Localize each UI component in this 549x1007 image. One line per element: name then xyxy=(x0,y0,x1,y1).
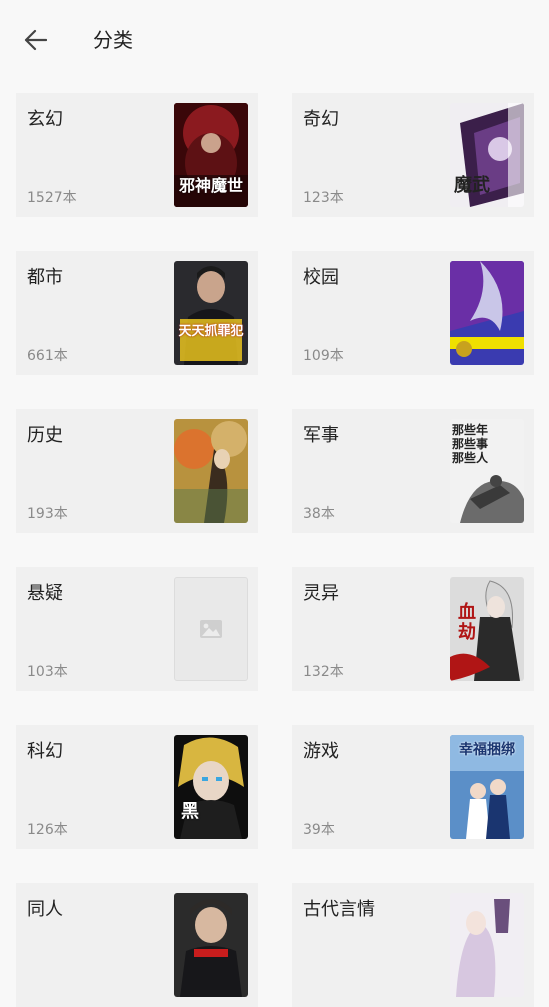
category-card-lishi[interactable]: 历史 193本 xyxy=(16,409,258,533)
category-count: 103本 xyxy=(27,664,68,680)
book-cover xyxy=(450,261,524,365)
cover-title: 血劫 xyxy=(458,602,476,643)
category-card-kehuan[interactable]: 科幻 126本 黑 xyxy=(16,725,258,849)
image-placeholder-icon xyxy=(200,620,222,638)
category-name: 玄幻 xyxy=(27,109,63,130)
category-count: 123本 xyxy=(303,190,344,206)
book-cover xyxy=(450,893,524,997)
category-name: 悬疑 xyxy=(27,583,63,604)
category-card-qihuan[interactable]: 奇幻 123本 魔武 xyxy=(292,93,534,217)
category-count: 1527本 xyxy=(27,190,77,206)
book-cover: 血劫 xyxy=(450,577,524,681)
cover-title: 天天抓罪犯 xyxy=(178,324,244,339)
book-cover: 黑 xyxy=(174,735,248,839)
category-name: 灵异 xyxy=(303,583,339,604)
category-name: 古代言情 xyxy=(303,899,375,920)
cover-title: 黑 xyxy=(181,801,199,822)
book-cover xyxy=(174,893,248,997)
category-name: 奇幻 xyxy=(303,109,339,130)
category-name: 游戏 xyxy=(303,741,339,762)
category-count: 109本 xyxy=(303,348,344,364)
category-name: 军事 xyxy=(303,425,339,446)
category-grid: 玄幻 1527本 邪神魔世 奇幻 123本 魔武 都市 661本 天天抓罪犯 校… xyxy=(0,0,549,1007)
category-count: 132本 xyxy=(303,664,344,680)
book-cover xyxy=(174,419,248,523)
book-cover: 邪神魔世 xyxy=(174,103,248,207)
category-name: 都市 xyxy=(27,267,63,288)
category-count: 661本 xyxy=(27,348,68,364)
cover-title: 幸福捆绑 xyxy=(459,742,515,758)
book-cover: 魔武 xyxy=(450,103,524,207)
category-count: 193本 xyxy=(27,506,68,522)
book-cover: 那些年 那些事 那些人 xyxy=(450,419,524,523)
category-card-gudaiyanqing[interactable]: 古代言情 xyxy=(292,883,534,1007)
category-count: 38本 xyxy=(303,506,335,522)
category-card-dushi[interactable]: 都市 661本 天天抓罪犯 xyxy=(16,251,258,375)
category-card-xiaoyuan[interactable]: 校园 109本 xyxy=(292,251,534,375)
cover-title: 魔武 xyxy=(454,175,490,196)
category-card-junshi[interactable]: 军事 38本 那些年 那些事 那些人 xyxy=(292,409,534,533)
cover-title: 那些年 那些事 那些人 xyxy=(452,423,489,465)
category-name: 科幻 xyxy=(27,741,63,762)
cover-title: 邪神魔世 xyxy=(178,176,243,195)
category-name: 同人 xyxy=(27,899,63,920)
book-cover: 幸福捆绑 xyxy=(450,735,524,839)
book-cover: 天天抓罪犯 xyxy=(174,261,248,365)
category-name: 历史 xyxy=(27,425,63,446)
category-name: 校园 xyxy=(303,267,339,288)
book-cover-placeholder xyxy=(174,577,248,681)
category-card-youxi[interactable]: 游戏 39本 幸福捆绑 xyxy=(292,725,534,849)
category-count: 39本 xyxy=(303,822,335,838)
category-card-lingyi[interactable]: 灵异 132本 血劫 xyxy=(292,567,534,691)
category-card-xuanhuan[interactable]: 玄幻 1527本 邪神魔世 xyxy=(16,93,258,217)
category-card-xuanyi[interactable]: 悬疑 103本 xyxy=(16,567,258,691)
category-card-tongren[interactable]: 同人 xyxy=(16,883,258,1007)
category-count: 126本 xyxy=(27,822,68,838)
